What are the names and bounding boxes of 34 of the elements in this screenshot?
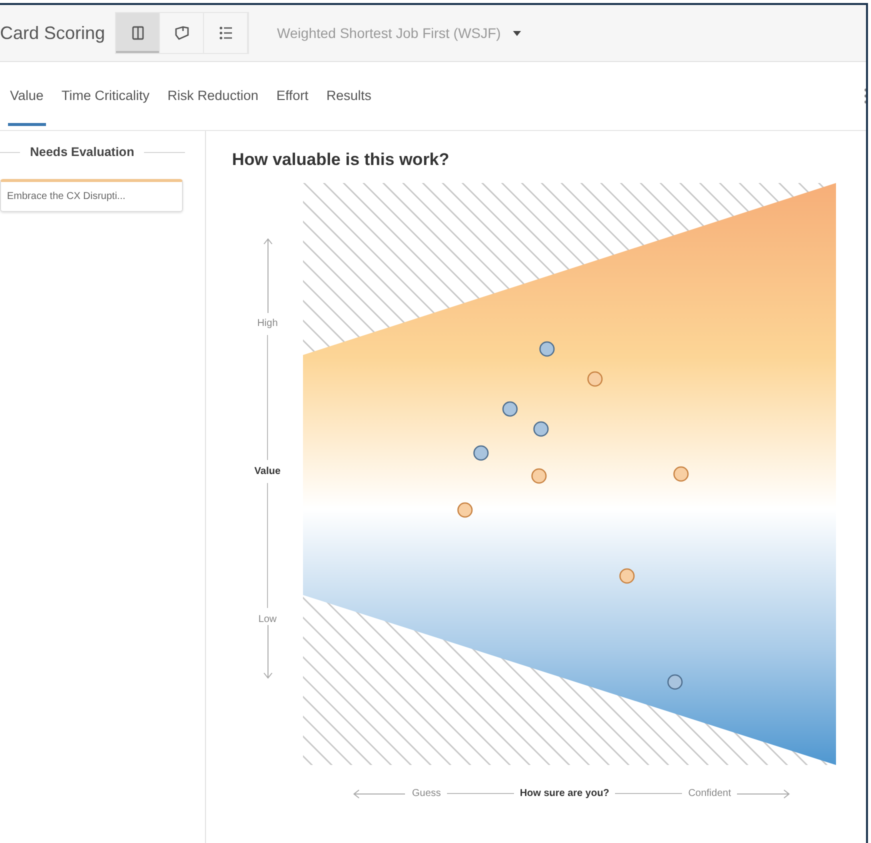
tag-icon: [174, 25, 190, 41]
view-toggle-button[interactable]: [116, 13, 160, 53]
tab[interactable]: Results: [324, 66, 374, 126]
data-point[interactable]: [457, 502, 473, 518]
data-point[interactable]: [539, 341, 555, 357]
caret-icon: [512, 30, 521, 36]
tab[interactable]: Risk Reduction: [166, 66, 260, 126]
right-arrow-icon: [737, 788, 790, 798]
tab[interactable]: Time Criticality: [60, 66, 152, 126]
axis-title: Value: [254, 466, 281, 477]
axis-label: Confident: [688, 788, 731, 799]
data-point[interactable]: [533, 421, 549, 437]
page-title: Card Scoring: [0, 22, 106, 44]
axis-label: Guess: [412, 788, 441, 799]
work-card[interactable]: Embrace the CX Disrupti...: [0, 179, 183, 212]
data-point[interactable]: [502, 401, 518, 417]
data-point[interactable]: [531, 468, 547, 484]
up-arrow-icon: [262, 238, 272, 314]
board-view-icon: [130, 25, 146, 41]
list-view-icon: [218, 25, 234, 41]
left-arrow-icon: [353, 788, 406, 798]
down-arrow-icon: [262, 625, 272, 679]
axis-title: How sure are you?: [520, 788, 610, 799]
data-point[interactable]: [587, 371, 603, 387]
tab[interactable]: Value: [8, 66, 46, 126]
axis-label: Low: [258, 614, 277, 625]
data-point[interactable]: [473, 445, 489, 461]
tab[interactable]: Effort: [274, 66, 310, 126]
data-point[interactable]: [619, 568, 635, 584]
question-heading: How valuable is this work?: [232, 150, 450, 170]
section-heading: Needs Evaluation: [30, 145, 134, 159]
data-point[interactable]: [673, 466, 689, 482]
data-point[interactable]: [667, 674, 683, 690]
axis-label: High: [257, 318, 278, 329]
